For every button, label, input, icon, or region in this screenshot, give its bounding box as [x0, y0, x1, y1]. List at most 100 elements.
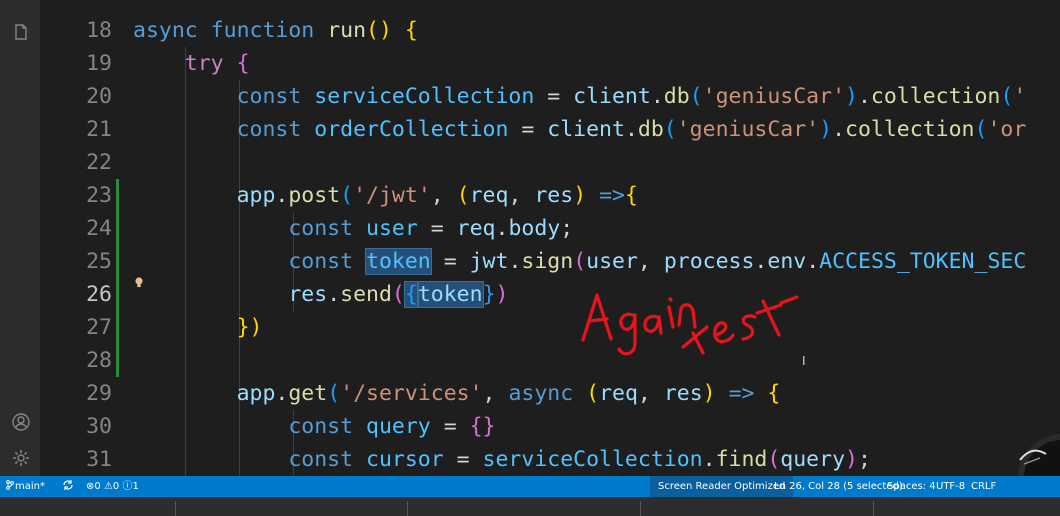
problems-indicator[interactable]: ⊗0 ⚠0 ⓘ1: [86, 476, 139, 497]
code-token: query: [366, 414, 431, 439]
line-number: 26: [86, 282, 112, 307]
code-token: .: [702, 447, 716, 472]
branch-indicator[interactable]: main*: [6, 476, 45, 497]
code-token: (: [1000, 84, 1014, 109]
window-frame: 18 async function run() {19 try {20 const…: [0, 0, 1060, 516]
code-token: db: [663, 84, 690, 109]
code-line[interactable]: 20 const serviceCollection = client.db('…: [40, 80, 1060, 113]
code-token: .: [754, 249, 768, 274]
code-token: app: [236, 183, 276, 208]
code-token: body: [508, 216, 561, 241]
files-icon[interactable]: [11, 22, 31, 42]
info-icon: ⓘ: [122, 481, 133, 492]
code-line[interactable]: 18 async function run() {: [40, 14, 1060, 47]
code-token: ,: [430, 183, 457, 208]
code-token: req: [599, 381, 638, 406]
code-line[interactable]: 19 try {: [40, 47, 1060, 80]
code-token: const: [288, 447, 354, 472]
code-token: .: [806, 249, 820, 274]
code-token: =: [508, 117, 548, 142]
code-token: .: [327, 282, 341, 307]
code-token: const: [288, 249, 354, 274]
sync-icon[interactable]: [62, 476, 74, 497]
code-token: query: [780, 447, 846, 472]
code-token: (: [689, 84, 703, 109]
gear-icon[interactable]: [11, 448, 31, 468]
code-token: app: [236, 381, 276, 406]
code-editor[interactable]: 18 async function run() {19 try {20 const…: [40, 0, 1060, 476]
code-token: }): [236, 315, 263, 340]
code-token: '/jwt': [353, 183, 431, 208]
code-token: req: [456, 216, 496, 241]
code-token: ': [1013, 84, 1027, 109]
code-token: get: [288, 381, 328, 406]
code-line[interactable]: 21 const orderCollection = client.db('ge…: [40, 113, 1060, 146]
code-token: }: [482, 282, 496, 307]
code-line[interactable]: 31 const cursor = serviceCollection.find…: [40, 443, 1060, 476]
code-token: sign: [521, 249, 574, 274]
line-number: 30: [86, 414, 112, 439]
code-token: cursor: [366, 447, 444, 472]
code-line[interactable]: 28: [40, 344, 1060, 377]
code-token: process: [663, 249, 755, 274]
code-token: token: [416, 281, 484, 308]
error-count: 0: [94, 481, 101, 492]
code-token: (: [573, 249, 587, 274]
code-token: collection: [845, 117, 975, 142]
code-token: orderCollection: [314, 117, 509, 142]
code-line[interactable]: 25 const token = jwt.sign(user, process.…: [40, 245, 1060, 278]
code-token: =: [417, 216, 457, 241]
cursor-position[interactable]: Ln 26, Col 28 (5 selected): [774, 476, 903, 497]
code-token: ): [573, 183, 587, 208]
line-number: 21: [86, 117, 112, 142]
code-token: {: [624, 183, 638, 208]
code-token: .: [508, 249, 522, 274]
code-token: ): [845, 84, 858, 109]
code-token: req: [469, 183, 509, 208]
warning-icon: ⚠: [103, 481, 113, 492]
code-token: serviceCollection: [482, 447, 703, 472]
code-token: client: [547, 117, 625, 142]
account-icon[interactable]: [11, 412, 31, 432]
line-number: 31: [86, 447, 112, 472]
code-line[interactable]: 29 app.get('/services', async (req, res)…: [40, 377, 1060, 410]
taskbar-strip: [0, 497, 1060, 516]
code-line[interactable]: 27 }): [40, 311, 1060, 344]
code-line[interactable]: 22: [40, 146, 1060, 179]
eol-setting[interactable]: CRLF: [971, 476, 996, 497]
code-line[interactable]: 24 const user = req.body;: [40, 212, 1060, 245]
code-token: const: [288, 216, 354, 241]
code-token: async: [508, 381, 574, 406]
screen-reader-mode[interactable]: Screen Reader Optimized: [650, 476, 794, 497]
code-token: {: [236, 51, 250, 76]
code-token: {: [404, 18, 418, 43]
code-token: =: [443, 447, 483, 472]
code-token: try: [184, 51, 224, 76]
line-number: 29: [86, 381, 112, 406]
lightbulb-icon[interactable]: [134, 276, 144, 290]
line-number: 18: [86, 18, 112, 43]
code-token: find: [715, 447, 768, 472]
code-text: res.send({token}): [133, 278, 508, 311]
code-text: const user = req.body;: [133, 212, 573, 245]
code-line[interactable]: 23 app.post('/jwt', (req, res) =>{: [40, 179, 1060, 212]
code-line[interactable]: 26 res.send({token}): [40, 278, 1060, 311]
code-token: {: [767, 381, 781, 406]
code-token: ,: [508, 183, 535, 208]
code-token: run: [327, 18, 367, 43]
encoding-setting[interactable]: UTF-8: [936, 476, 965, 497]
code-line[interactable]: 30 const query = {}: [40, 410, 1060, 443]
line-number: 28: [86, 348, 112, 373]
code-token: env: [767, 249, 807, 274]
indentation-setting[interactable]: Spaces: 4: [887, 476, 936, 497]
code-token: res: [663, 381, 703, 406]
code-token: =: [534, 84, 574, 109]
code-token: res: [534, 183, 574, 208]
